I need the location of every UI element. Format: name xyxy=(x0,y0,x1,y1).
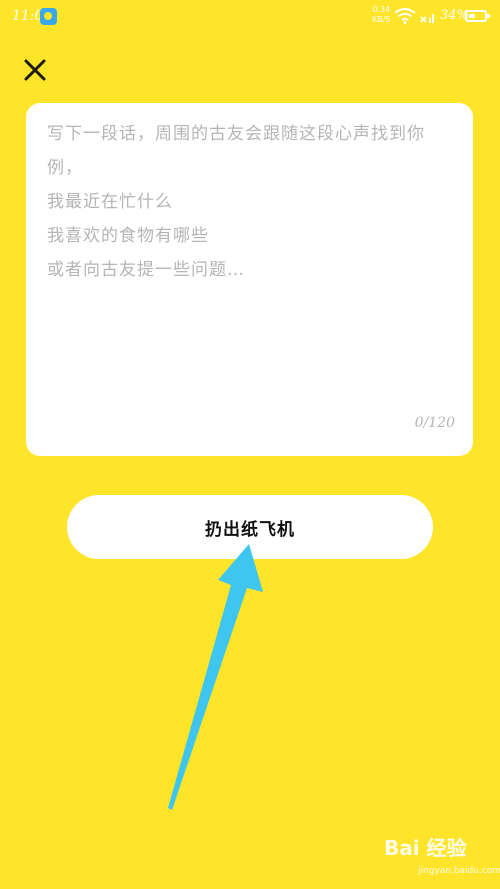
character-counter: 0/120 xyxy=(414,415,455,431)
status-bar: 11:07 0.34 KB/S 34% xyxy=(0,0,500,34)
watermark-url: jingyan.baidu.com xyxy=(418,866,500,876)
baidu-jingyan-watermark: Bai 经验 xyxy=(384,836,467,860)
wifi-icon xyxy=(394,8,416,24)
signal-icon xyxy=(420,14,434,23)
network-speed-value: 0.34 xyxy=(372,5,391,14)
network-speed: 0.34 KB/S xyxy=(372,5,391,25)
battery-icon xyxy=(465,10,490,22)
throw-paper-plane-button[interactable]: 扔出纸飞机 xyxy=(67,495,433,559)
app-notification-icon xyxy=(40,8,57,25)
message-input-card[interactable]: 写下一段话，周围的古友会跟随这段心声找到你 例， 我最近在忙什么 我喜欢的食物有… xyxy=(26,103,473,456)
message-placeholder: 写下一段话，周围的古友会跟随这段心声找到你 例， 我最近在忙什么 我喜欢的食物有… xyxy=(47,124,425,280)
close-icon[interactable] xyxy=(22,57,48,83)
network-speed-unit: KB/S xyxy=(372,15,391,24)
